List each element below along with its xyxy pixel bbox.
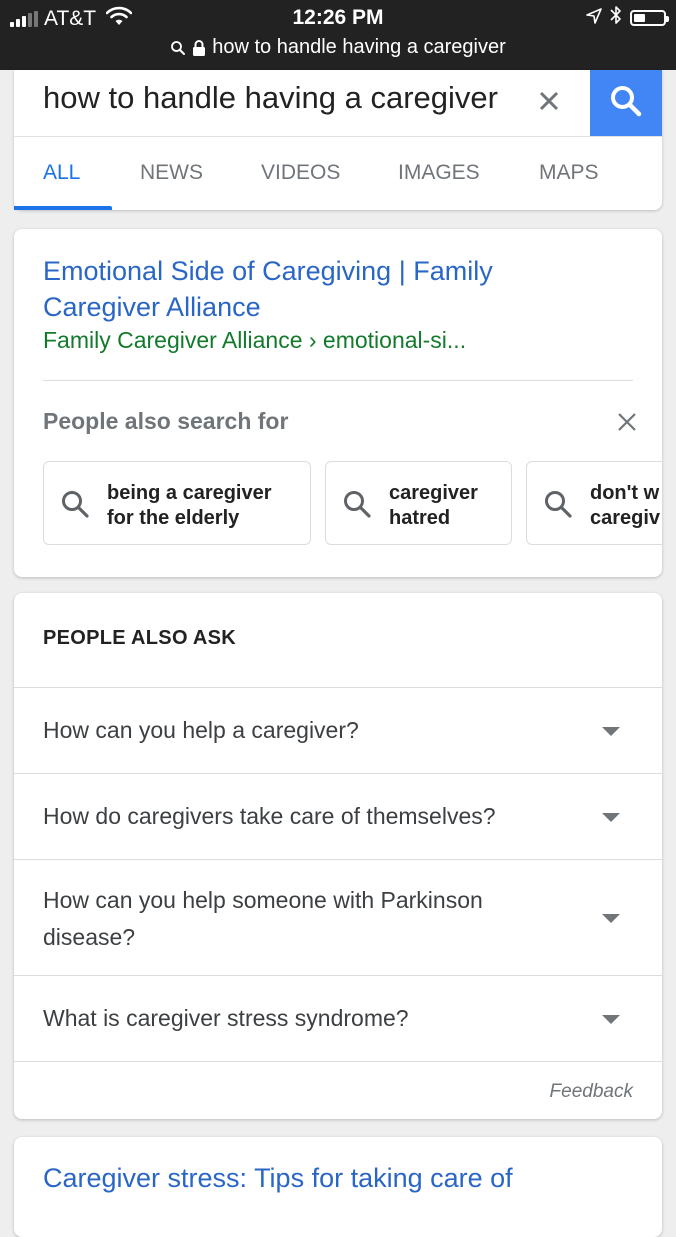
chevron-down-icon <box>602 813 620 822</box>
chevron-down-icon <box>602 1015 620 1024</box>
people-also-ask-card: PEOPLE ALSO ASK How can you help a careg… <box>14 593 662 1119</box>
close-icon[interactable] <box>615 410 639 434</box>
search-button[interactable] <box>590 70 662 136</box>
divider <box>43 380 633 381</box>
paa-question-text: What is caregiver stress syndrome? <box>43 1005 409 1031</box>
url-bar[interactable]: how to handle having a caregiver <box>0 36 676 59</box>
chevron-down-icon <box>602 914 620 923</box>
related-search-chip[interactable]: being a caregiver for the elderly <box>43 461 311 545</box>
result-title-link[interactable]: Caregiver stress: Tips for taking care o… <box>43 1163 513 1194</box>
paa-question-text: How do caregivers take care of themselve… <box>43 803 496 829</box>
lock-icon <box>192 39 206 57</box>
tab-maps[interactable]: MAPS <box>539 161 599 185</box>
related-searches: being a caregiver for the elderly caregi… <box>43 461 662 549</box>
paa-question-text: How can you help someone with Parkinson … <box>43 887 483 950</box>
tab-images[interactable]: IMAGES <box>398 161 480 185</box>
paa-question-row[interactable]: How can you help someone with Parkinson … <box>14 859 662 976</box>
paa-question-row[interactable]: What is caregiver stress syndrome? <box>14 975 662 1062</box>
feedback-link[interactable]: Feedback <box>550 1081 633 1103</box>
tab-all[interactable]: ALL <box>43 161 80 185</box>
tab-news[interactable]: NEWS <box>140 161 203 185</box>
feedback-row: Feedback <box>14 1061 662 1120</box>
search-header-card: how to handle having a caregiver ALL NEW… <box>14 70 662 210</box>
people-also-ask-title: PEOPLE ALSO ASK <box>43 627 237 649</box>
status-bar: AT&T 12:26 PM how to handle having a car… <box>0 0 676 70</box>
search-icon <box>609 84 643 123</box>
related-search-chip[interactable]: don't w caregiv <box>526 461 662 545</box>
search-icon <box>60 489 90 519</box>
result-title-link[interactable]: Emotional Side of Caregiving | Family Ca… <box>43 253 603 325</box>
chevron-down-icon <box>602 727 620 736</box>
location-icon <box>586 7 602 30</box>
battery-icon <box>630 10 669 26</box>
paa-question-row[interactable]: How can you help a caregiver? <box>14 687 662 774</box>
active-tab-indicator <box>14 206 112 210</box>
related-search-label: caregiver hatred <box>389 482 478 529</box>
related-search-chip[interactable]: caregiver hatred <box>325 461 512 545</box>
paa-question-text: How can you help a caregiver? <box>43 717 359 743</box>
next-result-card: Caregiver stress: Tips for taking care o… <box>14 1137 662 1237</box>
related-search-label: don't w caregiv <box>590 482 661 529</box>
people-also-search-title: People also search for <box>43 408 289 434</box>
close-icon[interactable] <box>534 86 564 116</box>
search-icon <box>543 489 573 519</box>
clock: 12:26 PM <box>292 6 384 29</box>
bluetooth-icon <box>610 5 622 31</box>
battery-level <box>634 14 645 22</box>
status-icons <box>586 5 669 31</box>
search-tabs: ALL NEWS VIDEOS IMAGES MAPS <box>14 136 662 210</box>
search-icon <box>170 40 186 56</box>
tab-videos[interactable]: VIDEOS <box>261 161 340 185</box>
result-source[interactable]: Family Caregiver Alliance › emotional-si… <box>43 327 466 354</box>
search-box[interactable]: how to handle having a caregiver <box>14 70 662 137</box>
paa-question-row[interactable]: How do caregivers take care of themselve… <box>14 773 662 860</box>
search-icon <box>342 489 372 519</box>
result-card: Emotional Side of Caregiving | Family Ca… <box>14 229 662 577</box>
url-text: how to handle having a caregiver <box>212 36 506 58</box>
search-input[interactable]: how to handle having a caregiver <box>43 80 498 116</box>
related-search-label: being a caregiver for the elderly <box>107 482 272 529</box>
